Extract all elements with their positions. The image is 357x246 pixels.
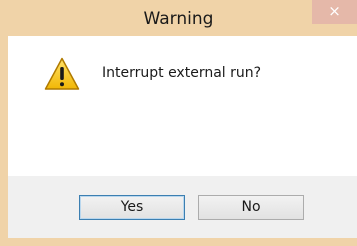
window-border [8, 238, 357, 246]
close-icon: × [328, 2, 341, 20]
dialog-footer: Yes No [8, 176, 357, 238]
dialog-title: Warning [143, 9, 214, 29]
warning-dialog: Warning × Interrupt external run? Yes No [0, 0, 357, 246]
no-button[interactable]: No [198, 195, 304, 220]
close-button[interactable]: × [312, 0, 357, 24]
warning-icon [44, 57, 80, 90]
title-bar[interactable]: Warning × [0, 0, 357, 36]
dialog-message: Interrupt external run? [102, 65, 262, 81]
yes-button[interactable]: Yes [79, 195, 185, 220]
